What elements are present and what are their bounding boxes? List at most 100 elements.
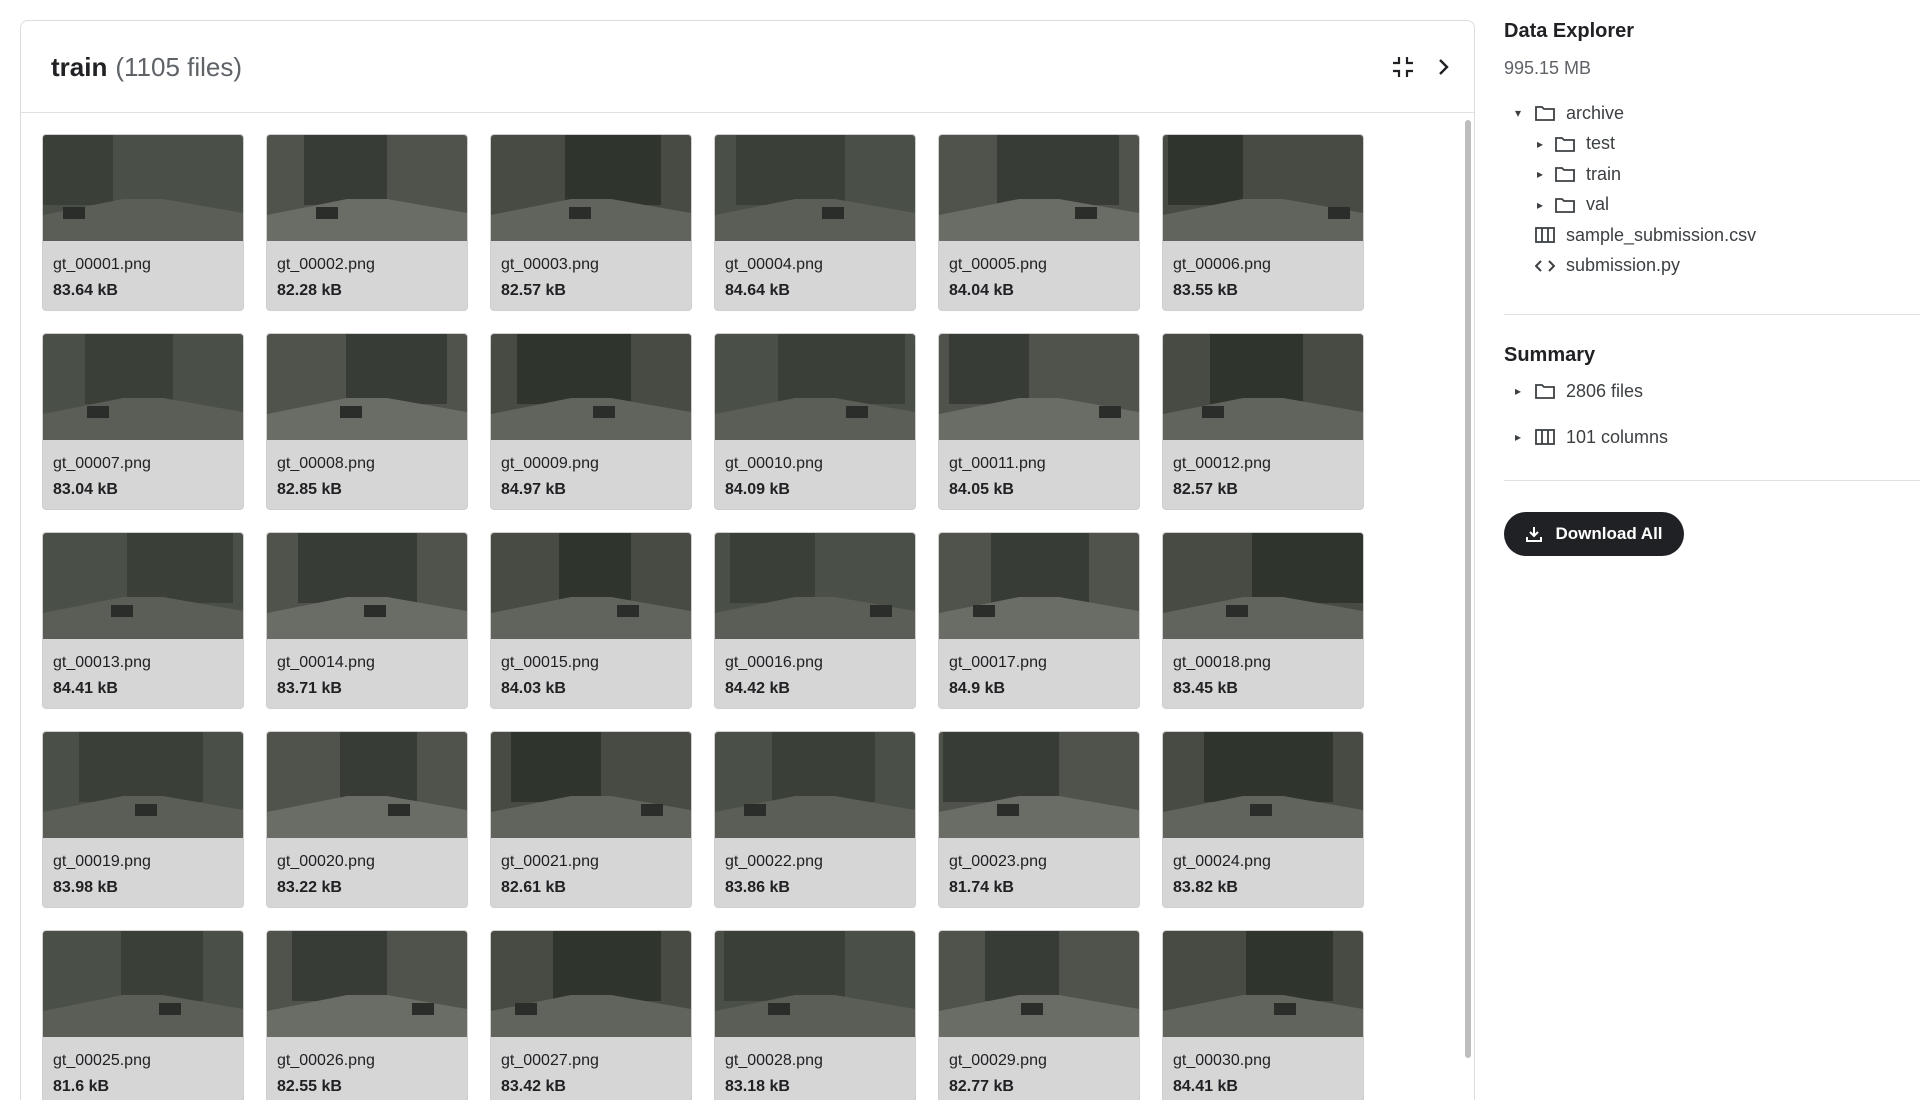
file-tile[interactable]: gt_00008.png 82.85 kB (266, 333, 468, 510)
file-preview-panel: train (1105 files) gt_00001.png 83.64 kB gt… (20, 20, 1475, 1100)
file-name: gt_00027.png (501, 1052, 599, 1069)
file-tile[interactable]: gt_00017.png 84.9 kB (938, 532, 1140, 709)
data-explorer-sidebar: Data Explorer 995.15 MB ▾ archive ▸ test… (1504, 0, 1920, 1080)
image-thumbnail (491, 931, 691, 1037)
scrollbar[interactable] (1460, 114, 1474, 1100)
summary-files-label: 2806 files (1566, 380, 1644, 401)
file-size: 83.55 kB (1173, 282, 1238, 299)
image-thumbnail (267, 135, 467, 241)
caret-right-icon[interactable]: ▸ (1508, 384, 1528, 398)
file-name: gt_00021.png (501, 853, 599, 870)
divider (1504, 480, 1920, 481)
image-thumbnail (1163, 533, 1363, 639)
explorer-title: Data Explorer (1504, 20, 1635, 42)
caret-right-icon[interactable]: ▸ (1530, 137, 1550, 151)
tree-item-train[interactable]: ▸ train (1504, 159, 1904, 190)
file-size: 82.57 kB (1173, 481, 1238, 498)
file-tile[interactable]: gt_00019.png 83.98 kB (42, 731, 244, 908)
file-name: gt_00009.png (501, 455, 599, 472)
tree-label: archive (1566, 102, 1625, 123)
image-thumbnail (267, 732, 467, 838)
file-name: gt_00003.png (501, 256, 599, 273)
file-tile[interactable]: gt_00013.png 84.41 kB (42, 532, 244, 709)
image-thumbnail (43, 931, 243, 1037)
file-size: 83.18 kB (725, 1078, 790, 1095)
file-size: 84.41 kB (53, 680, 118, 697)
file-tile[interactable]: gt_00029.png 82.77 kB (938, 930, 1140, 1100)
file-name: gt_00013.png (53, 654, 151, 671)
caret-right-icon[interactable]: ▸ (1508, 430, 1528, 444)
image-thumbnail (43, 135, 243, 241)
image-thumbnail (43, 334, 243, 440)
file-tile[interactable]: gt_00003.png 82.57 kB (490, 134, 692, 311)
file-tile[interactable]: gt_00030.png 84.41 kB (1162, 930, 1364, 1100)
file-name: gt_00004.png (725, 256, 823, 273)
file-name: gt_00020.png (277, 853, 375, 870)
file-name: gt_00024.png (1173, 853, 1271, 870)
caret-right-icon[interactable]: ▸ (1530, 198, 1550, 212)
file-name: gt_00029.png (949, 1052, 1047, 1069)
chevron-right-icon[interactable] (1427, 51, 1459, 83)
file-tile[interactable]: gt_00026.png 82.55 kB (266, 930, 468, 1100)
file-tile[interactable]: gt_00020.png 83.22 kB (266, 731, 468, 908)
file-grid: gt_00001.png 83.64 kB gt_00002.png 82.28 kB… (42, 134, 1387, 1100)
file-size: 83.04 kB (53, 481, 118, 498)
image-thumbnail (267, 334, 467, 440)
file-name: gt_00001.png (53, 256, 151, 273)
image-thumbnail (715, 931, 915, 1037)
file-name: gt_00008.png (277, 455, 375, 472)
file-name: gt_00016.png (725, 654, 823, 671)
summary-files[interactable]: ▸ 2806 files (1504, 376, 1643, 406)
folder-icon (1534, 382, 1556, 400)
image-thumbnail (43, 732, 243, 838)
caret-down-icon[interactable]: ▾ (1508, 106, 1528, 120)
file-tile[interactable]: gt_00011.png 84.05 kB (938, 333, 1140, 510)
file-tile[interactable]: gt_00023.png 81.74 kB (938, 731, 1140, 908)
file-tile[interactable]: gt_00024.png 83.82 kB (1162, 731, 1364, 908)
image-thumbnail (939, 334, 1139, 440)
file-tile[interactable]: gt_00005.png 84.04 kB (938, 134, 1140, 311)
file-tile[interactable]: gt_00009.png 84.97 kB (490, 333, 692, 510)
caret-right-icon[interactable]: ▸ (1530, 167, 1550, 181)
scrollbar-thumb[interactable] (1465, 120, 1471, 1058)
file-size: 83.64 kB (53, 282, 118, 299)
file-tile[interactable]: gt_00006.png 83.55 kB (1162, 134, 1364, 311)
tree-item-val[interactable]: ▸ val (1504, 190, 1904, 221)
folder-icon (1554, 196, 1576, 214)
file-tile[interactable]: gt_00010.png 84.09 kB (714, 333, 916, 510)
file-size: 84.42 kB (725, 680, 790, 697)
file-tile[interactable]: gt_00002.png 82.28 kB (266, 134, 468, 311)
file-name: gt_00028.png (725, 1052, 823, 1069)
file-tile[interactable]: gt_00001.png 83.64 kB (42, 134, 244, 311)
file-name: gt_00015.png (501, 654, 599, 671)
file-tile[interactable]: gt_00027.png 83.42 kB (490, 930, 692, 1100)
file-tile[interactable]: gt_00022.png 83.86 kB (714, 731, 916, 908)
tree-item-sample-submission[interactable]: sample_submission.csv (1504, 220, 1904, 251)
collapse-icon[interactable] (1387, 51, 1419, 83)
file-name: gt_00025.png (53, 1052, 151, 1069)
file-tile[interactable]: gt_00016.png 84.42 kB (714, 532, 916, 709)
download-all-button[interactable]: Download All (1504, 512, 1684, 556)
image-thumbnail (939, 732, 1139, 838)
tree-item-test[interactable]: ▸ test (1504, 129, 1904, 160)
image-thumbnail (715, 533, 915, 639)
file-tile[interactable]: gt_00007.png 83.04 kB (42, 333, 244, 510)
summary-columns[interactable]: ▸ 101 columns (1504, 422, 1668, 452)
tree-item-archive[interactable]: ▾ archive (1504, 98, 1904, 129)
tree-label: train (1586, 163, 1622, 184)
folder-icon (1554, 165, 1576, 183)
file-name: gt_00014.png (277, 654, 375, 671)
tree-item-submission-py[interactable]: submission.py (1504, 251, 1904, 282)
file-tile[interactable]: gt_00028.png 83.18 kB (714, 930, 916, 1100)
image-thumbnail (715, 334, 915, 440)
image-thumbnail (267, 533, 467, 639)
file-tile[interactable]: gt_00014.png 83.71 kB (266, 532, 468, 709)
tree-label: test (1586, 133, 1616, 154)
file-size: 84.05 kB (949, 481, 1014, 498)
file-tile[interactable]: gt_00025.png 81.6 kB (42, 930, 244, 1100)
file-tile[interactable]: gt_00012.png 82.57 kB (1162, 333, 1364, 510)
file-tile[interactable]: gt_00021.png 82.61 kB (490, 731, 692, 908)
file-tile[interactable]: gt_00018.png 83.45 kB (1162, 532, 1364, 709)
file-tile[interactable]: gt_00015.png 84.03 kB (490, 532, 692, 709)
file-tile[interactable]: gt_00004.png 84.64 kB (714, 134, 916, 311)
